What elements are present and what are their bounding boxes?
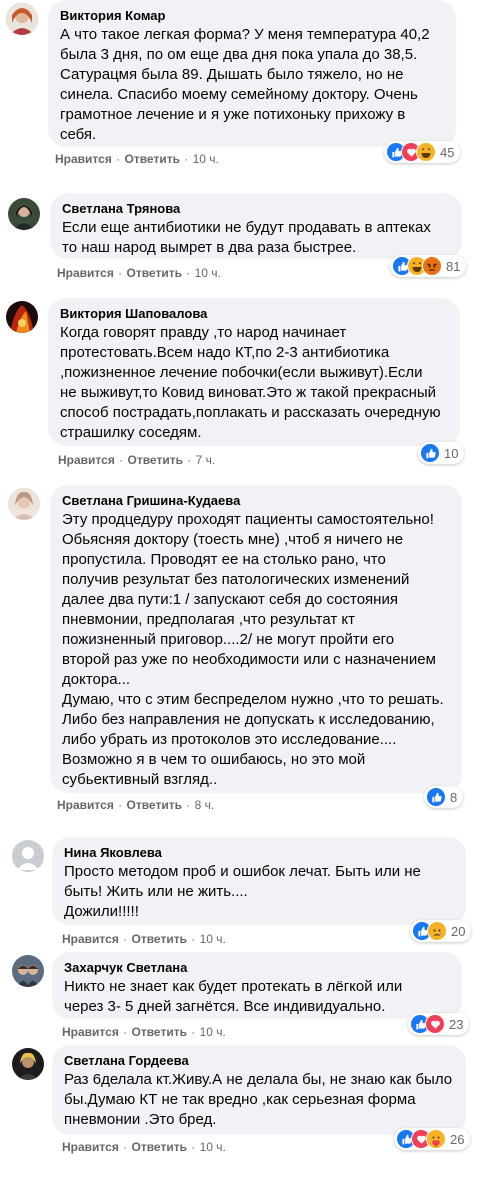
like-link[interactable]: Нравится <box>62 932 119 946</box>
care-icon <box>426 1129 446 1149</box>
comment-actions: Нравится · Ответить · 10 ч. <box>55 152 219 166</box>
comment-bubble: Виктория Комар А что такое легкая форма?… <box>48 0 456 147</box>
like-icon <box>420 443 440 463</box>
reaction-count: 26 <box>450 1131 465 1147</box>
comment-time[interactable]: 8 ч. <box>195 798 215 812</box>
comment-text: Когда говорят правду ,то народ начинает … <box>60 324 441 441</box>
sad-icon <box>427 921 447 941</box>
comment-time[interactable]: 10 ч. <box>200 932 226 946</box>
like-link[interactable]: Нравится <box>57 266 114 280</box>
haha-icon <box>416 142 436 162</box>
reply-link[interactable]: Ответить <box>132 932 187 946</box>
avatar[interactable] <box>12 840 44 872</box>
comment-author[interactable]: Виктория Комар <box>60 8 444 24</box>
comment-time[interactable]: 10 ч. <box>200 1140 226 1154</box>
comment-text: А что такое легкая форма? У меня темпера… <box>60 26 430 143</box>
comment-time[interactable]: 10 ч. <box>193 152 219 166</box>
like-link[interactable]: Нравится <box>55 152 112 166</box>
avatar[interactable] <box>8 488 40 520</box>
comment-time[interactable]: 10 ч. <box>195 266 221 280</box>
comment-bubble: Светлана Гришина-Кудаева Эту продцедуру … <box>50 485 462 793</box>
love-icon <box>425 1014 445 1034</box>
comment-author[interactable]: Светлана Гришина-Кудаева <box>62 493 450 509</box>
reactions-summary[interactable]: 81 <box>390 255 467 277</box>
reply-link[interactable]: Ответить <box>132 1025 187 1039</box>
comment-author[interactable]: Светлана Трянова <box>62 201 450 217</box>
reaction-count: 81 <box>446 258 461 274</box>
reaction-count: 10 <box>444 445 459 461</box>
like-link[interactable]: Нравится <box>57 798 114 812</box>
reactions-summary[interactable]: 23 <box>408 1013 470 1035</box>
reactions-summary[interactable]: 10 <box>418 442 465 464</box>
comment-time[interactable]: 10 ч. <box>200 1025 226 1039</box>
like-link[interactable]: Нравится <box>58 453 115 467</box>
reply-link[interactable]: Ответить <box>127 266 182 280</box>
like-link[interactable]: Нравится <box>62 1140 119 1154</box>
comment-actions: Нравится · Ответить · 10 ч. <box>62 1140 226 1154</box>
comment-text: Если еще антибиотики не будут продавать … <box>62 219 431 256</box>
comment-bubble: Захарчук Светлана Никто не знает как буд… <box>52 952 462 1019</box>
reply-link[interactable]: Ответить <box>125 152 180 166</box>
comment-actions: Нравится · Ответить · 8 ч. <box>57 798 215 812</box>
avatar[interactable] <box>12 955 44 987</box>
comment-actions: Нравится · Ответить · 10 ч. <box>62 1025 226 1039</box>
reply-link[interactable]: Ответить <box>128 453 183 467</box>
comment-text: Эту продцедуру проходят пациенты самосто… <box>62 511 444 788</box>
reply-link[interactable]: Ответить <box>132 1140 187 1154</box>
reaction-count: 23 <box>449 1016 464 1032</box>
comment-author[interactable]: Светлана Гордеева <box>64 1053 454 1069</box>
comment-actions: Нравится · Ответить · 7 ч. <box>58 453 216 467</box>
reactions-summary[interactable]: 8 <box>424 786 464 808</box>
like-icon <box>426 787 446 807</box>
comment-time[interactable]: 7 ч. <box>196 453 216 467</box>
reactions-summary[interactable]: 26 <box>394 1128 471 1150</box>
angry-icon <box>422 256 442 276</box>
comment-bubble: Светлана Трянова Если еще антибиотики не… <box>50 193 462 259</box>
reactions-summary[interactable]: 20 <box>410 920 472 942</box>
comment-bubble: Виктория Шаповалова Когда говорят правду… <box>48 298 460 446</box>
reaction-count: 20 <box>451 923 466 939</box>
reactions-summary[interactable]: 45 <box>384 141 461 163</box>
comment-author[interactable]: Виктория Шаповалова <box>60 306 448 322</box>
comment-actions: Нравится · Ответить · 10 ч. <box>57 266 221 280</box>
reply-link[interactable]: Ответить <box>127 798 182 812</box>
comment-text: Никто не знает как будет протекать в лёг… <box>64 978 403 1015</box>
reaction-count: 45 <box>440 144 455 160</box>
reaction-count: 8 <box>450 789 458 805</box>
avatar[interactable] <box>6 3 38 35</box>
comment-text: Просто методом проб и ошибок лечат. Быть… <box>64 863 421 920</box>
comment-bubble: Светлана Гордеева Раз 6делала кт.Живу.А … <box>52 1045 466 1135</box>
comment-text: Раз 6делала кт.Живу.А не делала бы, не з… <box>64 1071 453 1128</box>
avatar[interactable] <box>6 301 38 333</box>
avatar[interactable] <box>8 198 40 230</box>
comment-bubble: Нина Яковлева Просто методом проб и ошиб… <box>52 837 466 925</box>
comment-actions: Нравится · Ответить · 10 ч. <box>62 932 226 946</box>
like-link[interactable]: Нравится <box>62 1025 119 1039</box>
avatar[interactable] <box>12 1048 44 1080</box>
comment-author[interactable]: Нина Яковлева <box>64 845 454 861</box>
comment-author[interactable]: Захарчук Светлана <box>64 960 450 976</box>
